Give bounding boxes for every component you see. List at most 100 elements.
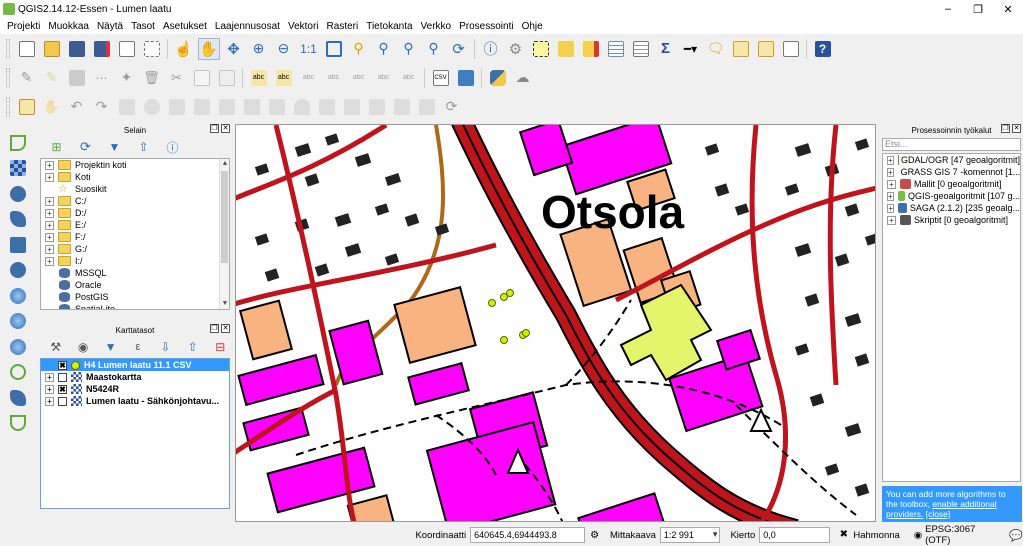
- add-layer-button[interactable]: ⊞: [46, 136, 68, 158]
- layer-styling-button[interactable]: ⚒: [46, 336, 66, 358]
- csv-point[interactable]: [522, 329, 530, 337]
- browser-item[interactable]: + E:/: [41, 219, 229, 231]
- delete-ring-button[interactable]: [216, 96, 238, 118]
- browser-item[interactable]: + C:/: [41, 195, 229, 207]
- scale-combo[interactable]: 1:2 991: [659, 527, 721, 543]
- close-panel-button[interactable]: ✕: [1012, 124, 1021, 133]
- merge-features-button[interactable]: [366, 96, 388, 118]
- redo-button[interactable]: ↷: [91, 96, 113, 118]
- filter-legend-button[interactable]: ▼: [100, 336, 120, 358]
- add-feature-button[interactable]: ⋯: [91, 67, 113, 89]
- add-wfs-layer-button[interactable]: [7, 336, 29, 358]
- remove-layer-button[interactable]: ⊟: [210, 336, 230, 358]
- add-part-button[interactable]: [166, 96, 188, 118]
- add-delimited-text-button[interactable]: [7, 413, 29, 435]
- csv-point[interactable]: [500, 336, 508, 344]
- attribute-table-button[interactable]: [605, 38, 627, 60]
- provider-item[interactable]: + QGIS-geoalgoritmit [107 g...: [883, 190, 1020, 202]
- refresh-browser-button[interactable]: ⟳: [75, 136, 97, 158]
- layer-visibility-checkbox[interactable]: ✖: [58, 360, 67, 370]
- run-action-button[interactable]: ⚙: [505, 38, 527, 60]
- menu-tietokanta[interactable]: Tietokanta: [362, 21, 416, 32]
- text-annotation-button[interactable]: [780, 38, 802, 60]
- split-features-button[interactable]: [316, 96, 338, 118]
- menu-vektori[interactable]: Vektori: [284, 21, 323, 32]
- rotation-spinbox[interactable]: 0,0: [759, 527, 830, 543]
- add-wms-layer-button[interactable]: [7, 285, 29, 307]
- zoom-last-button[interactable]: ⚲: [398, 38, 420, 60]
- browser-item[interactable]: + I:/: [41, 255, 229, 267]
- copy-features-button[interactable]: [191, 67, 213, 89]
- expand-icon[interactable]: +: [45, 208, 54, 218]
- browser-item[interactable]: + Projektin koti: [41, 159, 229, 171]
- fill-ring-button[interactable]: [191, 96, 213, 118]
- browser-item[interactable]: + Koti: [41, 171, 229, 183]
- new-shapefile-button[interactable]: [7, 362, 29, 384]
- browser-item[interactable]: + F:/: [41, 231, 229, 243]
- field-calculator-button[interactable]: [630, 38, 652, 60]
- layer-item[interactable]: + Lumen laatu - Sähkönjohtavu...: [41, 395, 229, 407]
- pan-map-button[interactable]: ✋: [197, 37, 220, 60]
- expand-icon[interactable]: +: [45, 160, 54, 170]
- crs-button[interactable]: EPSG:3067 (OTF): [925, 524, 1001, 546]
- new-spatialite-layer-button[interactable]: [7, 387, 29, 409]
- merge-attributes-button[interactable]: [391, 96, 413, 118]
- label-properties-button[interactable]: abc: [398, 67, 420, 89]
- add-oracle-layer-button[interactable]: [7, 260, 29, 282]
- advanced-digitizing-button[interactable]: [16, 96, 38, 118]
- map-tips-button[interactable]: 🗨: [705, 38, 727, 60]
- statistics-button[interactable]: Σ: [655, 38, 677, 60]
- expand-icon[interactable]: +: [45, 196, 54, 206]
- rotate-label-button[interactable]: abc: [348, 67, 370, 89]
- zoom-native-button[interactable]: 1:1: [298, 38, 320, 60]
- add-mssql-layer-button[interactable]: [7, 234, 29, 256]
- browser-item[interactable]: SpatiaLite: [41, 303, 229, 309]
- expand-icon[interactable]: +: [45, 396, 54, 406]
- simplify-feature-button[interactable]: [116, 96, 138, 118]
- browser-item[interactable]: Oracle: [41, 279, 229, 291]
- scroll-up-arrow[interactable]: ▲: [220, 159, 229, 169]
- rotate-feature-button[interactable]: ⟳: [441, 96, 463, 118]
- filter-browser-button[interactable]: ▼: [104, 136, 126, 158]
- log-messages-icon[interactable]: 💬: [1009, 529, 1023, 542]
- deselect-all-button[interactable]: [580, 38, 602, 60]
- new-print-composer-button[interactable]: [116, 38, 138, 60]
- provider-item[interactable]: + SAGA (2.1.2) [235 geoalg...: [883, 202, 1020, 214]
- coordinate-field[interactable]: 640645.4,6944493.8: [470, 527, 586, 543]
- menu-muokkaa[interactable]: Muokkaa: [44, 21, 93, 32]
- plugin-button[interactable]: [455, 67, 477, 89]
- zoom-next-button[interactable]: ⚲: [423, 38, 445, 60]
- collapse-all-layers-button[interactable]: ⇧: [183, 336, 203, 358]
- refresh-button[interactable]: ⟳: [448, 38, 470, 60]
- close-panel-button[interactable]: ✕: [221, 324, 230, 333]
- add-postgis-layer-button[interactable]: [7, 183, 29, 205]
- provider-item[interactable]: + Mallit [0 geoalgoritmit]: [883, 178, 1020, 190]
- expand-icon[interactable]: +: [887, 167, 894, 177]
- undo-button[interactable]: ↶: [66, 96, 88, 118]
- expand-icon[interactable]: +: [45, 220, 54, 230]
- add-spatialite-layer-button[interactable]: [7, 209, 29, 231]
- scroll-down-arrow[interactable]: ▼: [220, 299, 229, 309]
- delete-selected-button[interactable]: 🗑: [141, 67, 163, 89]
- maximize-button[interactable]: ❐: [963, 0, 993, 18]
- zoom-selection-button[interactable]: ⚲: [348, 38, 370, 60]
- pin-labels-button[interactable]: abc: [273, 67, 295, 89]
- layer-visibility-checkbox[interactable]: ✖: [58, 384, 67, 394]
- layer-labeling-button[interactable]: abc: [248, 67, 270, 89]
- close-panel-button[interactable]: ✕: [221, 124, 230, 133]
- menu-asetukset[interactable]: Asetukset: [159, 21, 211, 32]
- delete-part-button[interactable]: [241, 96, 263, 118]
- layer-visibility-checkbox[interactable]: [58, 372, 67, 382]
- expand-icon[interactable]: +: [887, 179, 896, 189]
- expand-icon[interactable]: +: [887, 215, 896, 225]
- layer-item[interactable]: ✖ H4 Lumen laatu 11.1 CSV: [41, 359, 229, 371]
- touch-zoom-button[interactable]: ☝: [173, 38, 195, 60]
- expand-icon[interactable]: +: [45, 172, 54, 182]
- new-project-button[interactable]: [16, 38, 38, 60]
- show-hide-labels-button[interactable]: abc: [298, 67, 320, 89]
- provider-item[interactable]: + GDAL/OGR [47 geoalgoritmit]: [883, 154, 1020, 166]
- browser-item[interactable]: MSSQL: [41, 267, 229, 279]
- menu-tasot[interactable]: Tasot: [127, 21, 159, 32]
- reshape-features-button[interactable]: [266, 96, 288, 118]
- rotate-point-symbols-button[interactable]: [416, 96, 438, 118]
